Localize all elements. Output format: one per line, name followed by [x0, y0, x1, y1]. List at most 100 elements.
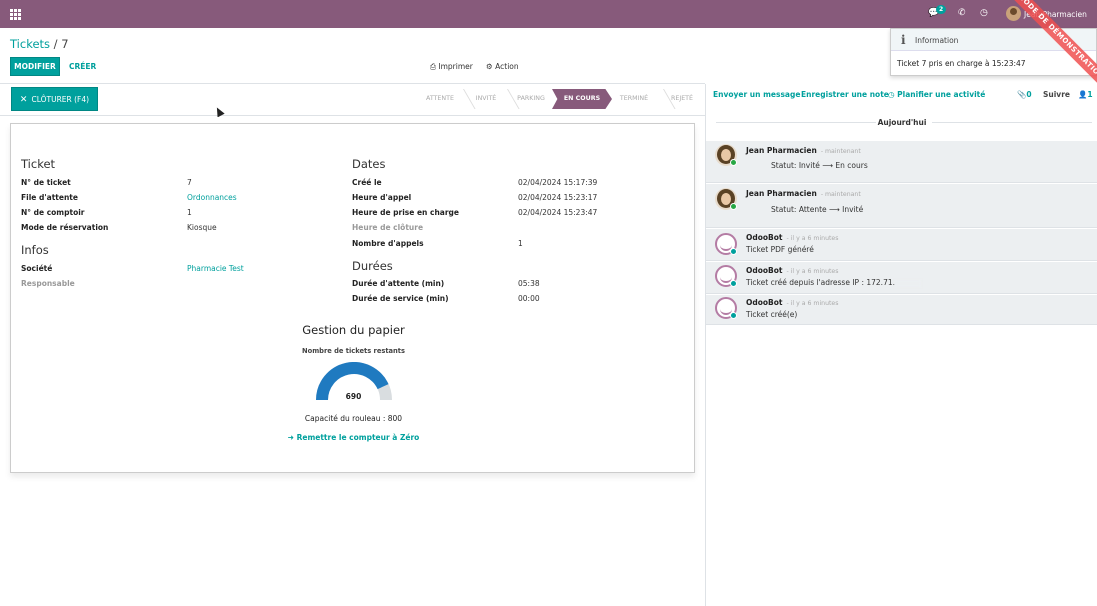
- day-separator: Aujourd'hui: [706, 117, 1097, 127]
- action-dropdown[interactable]: ⚙ Action: [486, 62, 519, 71]
- message-time: - maintenant: [820, 148, 861, 155]
- attachments-count: 0: [1026, 90, 1032, 99]
- close-x-icon: ✕: [19, 95, 28, 105]
- breadcrumb-current: 7: [61, 37, 69, 51]
- breadcrumb: Tickets / 7: [10, 37, 69, 51]
- author-name: Jean Pharmacien: [746, 189, 817, 198]
- message-author[interactable]: Jean Pharmacien - maintenant: [746, 146, 861, 155]
- online-status-icon: [730, 248, 737, 255]
- followers-button[interactable]: 👤1: [1078, 90, 1093, 99]
- field-label: N° de comptoir: [21, 208, 85, 217]
- reset-counter-label: Remettre le compteur à Zéro: [296, 433, 420, 442]
- reset-counter-button[interactable]: ➜ Remettre le compteur à Zéro: [11, 433, 696, 442]
- print-label: Imprimer: [438, 62, 473, 71]
- chatter-message: Jean Pharmacien - maintenant Statut: Atte…: [706, 184, 1097, 228]
- message-text: Ticket créé depuis l'adresse IP : 172.71…: [746, 278, 895, 287]
- print-icon: ⎙: [430, 62, 436, 71]
- field-label: Nombre d'appels: [352, 239, 424, 248]
- chatter-message: OdooBot - il y a 6 minutes Ticket créé de…: [706, 262, 1097, 294]
- company-link[interactable]: Pharmacie Test: [187, 264, 244, 273]
- message-author[interactable]: Jean Pharmacien - maintenant: [746, 189, 861, 198]
- schedule-activity-label: Planifier une activité: [897, 90, 986, 99]
- paperclip-icon: 📎: [1017, 90, 1027, 99]
- message-body: Statut: Invité ⟶ En cours: [771, 161, 868, 170]
- ticket-section-title: Ticket: [21, 157, 56, 171]
- user-icon: 👤: [1078, 90, 1088, 99]
- queue-link[interactable]: Ordonnances: [187, 193, 237, 202]
- roll-capacity: Capacité du rouleau : 800: [304, 414, 403, 423]
- edit-button[interactable]: MODIFIER: [10, 57, 60, 76]
- paper-section-title: Gestion du papier: [302, 323, 405, 337]
- user-avatar[interactable]: [1006, 6, 1021, 21]
- field-label: Créé le: [352, 178, 382, 187]
- gear-icon: ⚙: [486, 62, 493, 71]
- breadcrumb-tickets-link[interactable]: Tickets: [10, 37, 50, 51]
- message-body: Ticket PDF généré: [746, 245, 814, 254]
- message-author[interactable]: OdooBot - il y a 6 minutes: [746, 298, 838, 307]
- messaging-icon[interactable]: 💬 2: [928, 5, 947, 18]
- schedule-activity-button[interactable]: ◷ Planifier une activité: [888, 90, 985, 99]
- gauge-value: 690: [345, 392, 362, 401]
- message-author[interactable]: OdooBot - il y a 6 minutes: [746, 266, 838, 275]
- redacted-ip: [895, 279, 921, 287]
- wait-duration-value: 05:38: [518, 279, 540, 288]
- log-note-button[interactable]: Enregistrer une note: [801, 90, 889, 99]
- service-duration-value: 00:00: [518, 294, 540, 303]
- message-body: Ticket créé(e): [746, 310, 798, 319]
- counter-number-value: 1: [187, 208, 192, 217]
- toast-header: i Information: [891, 29, 1096, 51]
- field-label: Responsable: [21, 279, 75, 288]
- paper-gauge-subtitle: Nombre de tickets restants: [302, 347, 405, 355]
- ticket-number-value: 7: [187, 178, 192, 187]
- arrow-right-icon: ➜: [287, 433, 294, 442]
- messages-badge: 2: [936, 5, 947, 14]
- field-label: Heure de clôture: [352, 223, 424, 232]
- author-name: OdooBot: [746, 266, 783, 275]
- print-dropdown[interactable]: ⎙ Imprimer: [430, 62, 473, 72]
- stage-parking[interactable]: PARKING: [508, 89, 554, 109]
- close-ticket-button[interactable]: ✕ CLÔTURER (F4): [11, 87, 98, 111]
- day-separator-line: [932, 122, 1092, 123]
- attachments-button[interactable]: 📎0: [1017, 90, 1032, 99]
- field-label: Durée d'attente (min): [352, 279, 445, 288]
- followers-count: 1: [1087, 90, 1093, 99]
- send-message-button[interactable]: Envoyer un message: [713, 90, 800, 99]
- activity-clock-icon[interactable]: ◷: [980, 8, 988, 18]
- call-count-value: 1: [518, 239, 523, 248]
- stage-en-cours[interactable]: EN COURS: [552, 89, 612, 109]
- chatter-message: OdooBot - il y a 6 minutes Ticket créé(e): [706, 295, 1097, 325]
- form-statusbar: ✕ CLÔTURER (F4) ATTENTE INVITÉ PARKING EN…: [0, 84, 705, 116]
- info-icon: i: [901, 33, 906, 47]
- chatter-panel: Envoyer un message Enregistrer une note …: [705, 84, 1097, 606]
- chatter-message: Jean Pharmacien - maintenant Statut: Invi…: [706, 141, 1097, 183]
- durations-section-title: Durées: [352, 259, 393, 273]
- phone-icon[interactable]: ✆: [958, 8, 966, 18]
- field-label: Heure d'appel: [352, 193, 412, 202]
- booking-mode-value: Kiosque: [187, 223, 217, 232]
- author-name: OdooBot: [746, 298, 783, 307]
- online-status-icon: [730, 203, 737, 210]
- message-time: - il y a 6 minutes: [786, 268, 839, 275]
- clock-icon: ◷: [888, 90, 895, 99]
- online-status-icon: [730, 159, 737, 166]
- message-body: Statut: Attente ⟶ Invité: [771, 205, 864, 214]
- form-sheet: Ticket N° de ticket 7 File d'attente Ord…: [10, 123, 695, 473]
- online-status-icon: [730, 280, 737, 287]
- create-button[interactable]: CRÉER: [69, 62, 96, 71]
- user-menu[interactable]: Jean Pharmacien: [1024, 10, 1087, 19]
- dates-section-title: Dates: [352, 157, 386, 171]
- message-time: - il y a 6 minutes: [786, 235, 839, 242]
- stage-rejete[interactable]: REJETÉ: [664, 89, 700, 109]
- close-ticket-label: CLÔTURER (F4): [31, 95, 90, 104]
- stage-termine[interactable]: TERMINÉ: [612, 89, 656, 109]
- field-label: Durée de service (min): [352, 294, 449, 303]
- notification-toast: i Information Ticket 7 pris en charge à …: [890, 28, 1097, 76]
- created-at-value: 02/04/2024 15:17:39: [518, 178, 598, 187]
- online-status-icon: [730, 312, 737, 319]
- field-label: Heure de prise en charge: [352, 208, 460, 217]
- top-navbar: 💬 2 ✆ ◷ Jean Pharmacien: [0, 0, 1097, 28]
- follow-button[interactable]: Suivre: [1043, 90, 1070, 99]
- chatter-message: OdooBot - il y a 6 minutes Ticket PDF gén…: [706, 229, 1097, 261]
- message-author[interactable]: OdooBot - il y a 6 minutes: [746, 233, 838, 242]
- message-body: Ticket créé depuis l'adresse IP : 172.71…: [746, 278, 921, 287]
